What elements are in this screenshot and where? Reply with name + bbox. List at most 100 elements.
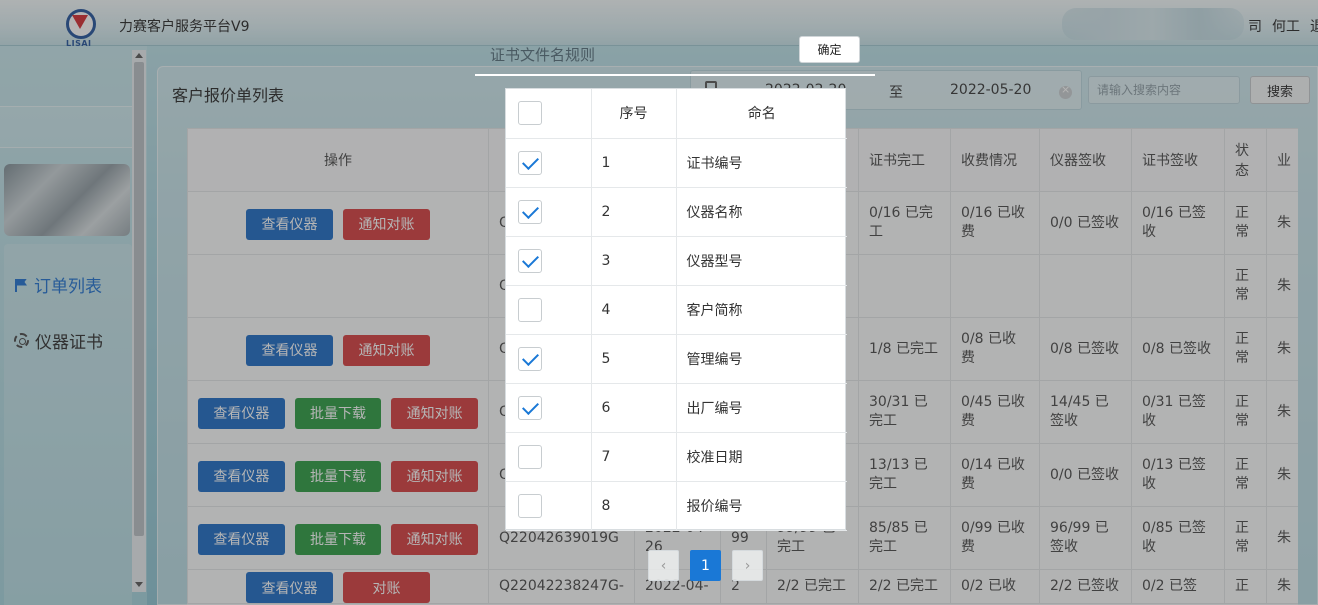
cell-inst-sign: 2/2 已签收 — [1039, 569, 1132, 604]
cell-status: 正常 — [1224, 443, 1267, 507]
cell-extra: 朱 — [1266, 254, 1298, 318]
app-title: 力赛客户服务平台V9 — [119, 19, 250, 35]
cell-status: 正常 — [1224, 380, 1267, 444]
rule-checkbox[interactable] — [518, 150, 542, 175]
rule-checkbox-cell — [506, 383, 592, 433]
cell-fee — [950, 254, 1040, 318]
cell-status: 正常 — [1224, 191, 1267, 255]
rule-index: 3 — [591, 236, 677, 286]
cell-c4: 2/2 已完工 — [766, 569, 859, 604]
sidebar-menu: 订单列表 仪器证书 — [4, 244, 132, 605]
brand-logo[interactable]: LISAI — [64, 9, 100, 48]
cell-status: 正常 — [1224, 317, 1267, 381]
search-input[interactable] — [1088, 76, 1240, 104]
col-header-inst-sign: 仪器签收 — [1039, 128, 1132, 192]
rule-row: 3 仪器型号 — [506, 236, 847, 286]
cell-extra: 朱 — [1266, 317, 1298, 381]
gear-icon — [14, 333, 29, 348]
batch-download-button[interactable]: 批量下载 — [294, 523, 382, 555]
rule-select-all-cell — [506, 89, 592, 139]
notify-reconcile-button[interactable]: 通知对账 — [343, 334, 430, 366]
actions-cell: 查看仪器 批量下载 通知对账 — [187, 443, 489, 507]
date-separator: 至 — [889, 85, 903, 101]
rule-checkbox[interactable] — [518, 248, 542, 273]
sidebar-scrollbar[interactable] — [132, 50, 146, 592]
view-instruments-button[interactable]: 查看仪器 — [246, 572, 333, 603]
cell-extra: 朱 — [1266, 191, 1298, 255]
view-instruments-button[interactable]: 查看仪器 — [198, 460, 285, 492]
reconcile-button[interactable]: 对账 — [343, 572, 430, 603]
cell-status: 正常 — [1224, 254, 1267, 318]
rule-col-name: 命名 — [676, 89, 847, 139]
cell-inst-sign: 0/0 已签收 — [1039, 191, 1132, 255]
view-instruments-button[interactable]: 查看仪器 — [198, 523, 285, 555]
sidebar-item-orders[interactable]: 订单列表 — [14, 272, 102, 297]
cell-cert-sign: 0/16 已签收 — [1131, 191, 1225, 255]
cell-fee: 0/14 已收费 — [950, 443, 1040, 507]
notify-reconcile-button[interactable]: 通知对账 — [343, 208, 430, 240]
confirm-button[interactable]: 确定 — [799, 36, 860, 63]
sidebar-header — [0, 106, 132, 148]
select-all-checkbox[interactable] — [518, 101, 542, 126]
sidebar-item-certificates[interactable]: 仪器证书 — [14, 328, 103, 353]
cell-cert-sign: 0/8 已签收 — [1131, 317, 1225, 381]
rule-name: 证书编号 — [676, 138, 847, 188]
rule-checkbox[interactable] — [518, 395, 542, 420]
filename-rule-dialog: 序号 命名 1 证书编号 2 仪器名称 3 仪器型号 4 客户简称 5 管理编号 6 出厂编号 7 校准日… — [505, 88, 847, 531]
notify-reconcile-button[interactable]: 通知对账 — [391, 523, 479, 555]
sidebar: 订单列表 仪器证书 — [0, 46, 147, 605]
rule-col-index: 序号 — [591, 89, 677, 139]
notify-reconcile-button[interactable]: 通知对账 — [391, 460, 479, 492]
page-number-button[interactable]: 1 — [690, 550, 721, 581]
clear-date-icon[interactable] — [1059, 83, 1072, 99]
view-instruments-button[interactable]: 查看仪器 — [198, 397, 285, 429]
rule-checkbox[interactable] — [518, 444, 542, 469]
user-links: 司何工退 — [1248, 16, 1318, 36]
rule-checkbox-cell — [506, 138, 592, 188]
logout-link[interactable]: 退 — [1310, 19, 1318, 35]
cell-fee: 0/45 已收费 — [950, 380, 1040, 444]
blurred-user-info — [1062, 8, 1244, 40]
user-company-link[interactable]: 司 — [1248, 19, 1262, 35]
rule-index: 5 — [591, 334, 677, 384]
scroll-down-arrow-icon[interactable] — [135, 582, 143, 587]
cell-fee: 0/16 已收费 — [950, 191, 1040, 255]
rule-checkbox-cell — [506, 285, 592, 335]
rule-index: 6 — [591, 383, 677, 433]
user-name-link[interactable]: 何工 — [1272, 19, 1300, 35]
search-button[interactable]: 搜索 — [1250, 76, 1310, 104]
notify-reconcile-button[interactable]: 通知对账 — [391, 397, 479, 429]
batch-download-button[interactable]: 批量下载 — [294, 397, 382, 429]
cell-cert-done: 2/2 已完工 — [858, 569, 951, 604]
cell-cert-done — [858, 254, 951, 318]
chevron-right-icon[interactable]: › — [732, 550, 763, 581]
rule-checkbox[interactable] — [518, 297, 542, 322]
flag-icon — [14, 278, 28, 292]
rule-name: 客户简称 — [676, 285, 847, 335]
actions-cell — [187, 254, 489, 318]
rule-header-row: 序号 命名 — [506, 89, 847, 139]
rule-checkbox[interactable] — [518, 199, 542, 224]
sidebar-banner-image — [4, 164, 130, 236]
view-instruments-button[interactable]: 查看仪器 — [246, 334, 333, 366]
cell-cert-sign: 0/85 已签收 — [1131, 506, 1225, 570]
rule-name: 仪器型号 — [676, 236, 847, 286]
scroll-up-arrow-icon[interactable] — [135, 53, 143, 58]
batch-download-button[interactable]: 批量下载 — [294, 460, 382, 492]
rule-checkbox[interactable] — [518, 346, 542, 371]
cell-cert-sign: 0/31 已签收 — [1131, 380, 1225, 444]
rule-index: 1 — [591, 138, 677, 188]
chevron-left-icon[interactable]: ‹ — [648, 550, 679, 581]
col-header-cert-sign: 证书签收 — [1131, 128, 1225, 192]
rule-checkbox-cell — [506, 334, 592, 384]
date-end-value[interactable]: 2022-05-20 — [950, 82, 1031, 98]
rule-checkbox[interactable] — [518, 493, 542, 518]
cell-cert-sign: 0/13 已签收 — [1131, 443, 1225, 507]
view-instruments-button[interactable]: 查看仪器 — [246, 208, 333, 240]
cell-inst-sign: 0/0 已签收 — [1039, 443, 1132, 507]
rule-checkbox-cell — [506, 187, 592, 237]
scroll-thumb[interactable] — [134, 62, 144, 536]
rule-row: 1 证书编号 — [506, 138, 847, 188]
rule-dialog-title: 证书文件名规则 — [490, 46, 596, 64]
rule-name: 出厂编号 — [676, 383, 847, 433]
